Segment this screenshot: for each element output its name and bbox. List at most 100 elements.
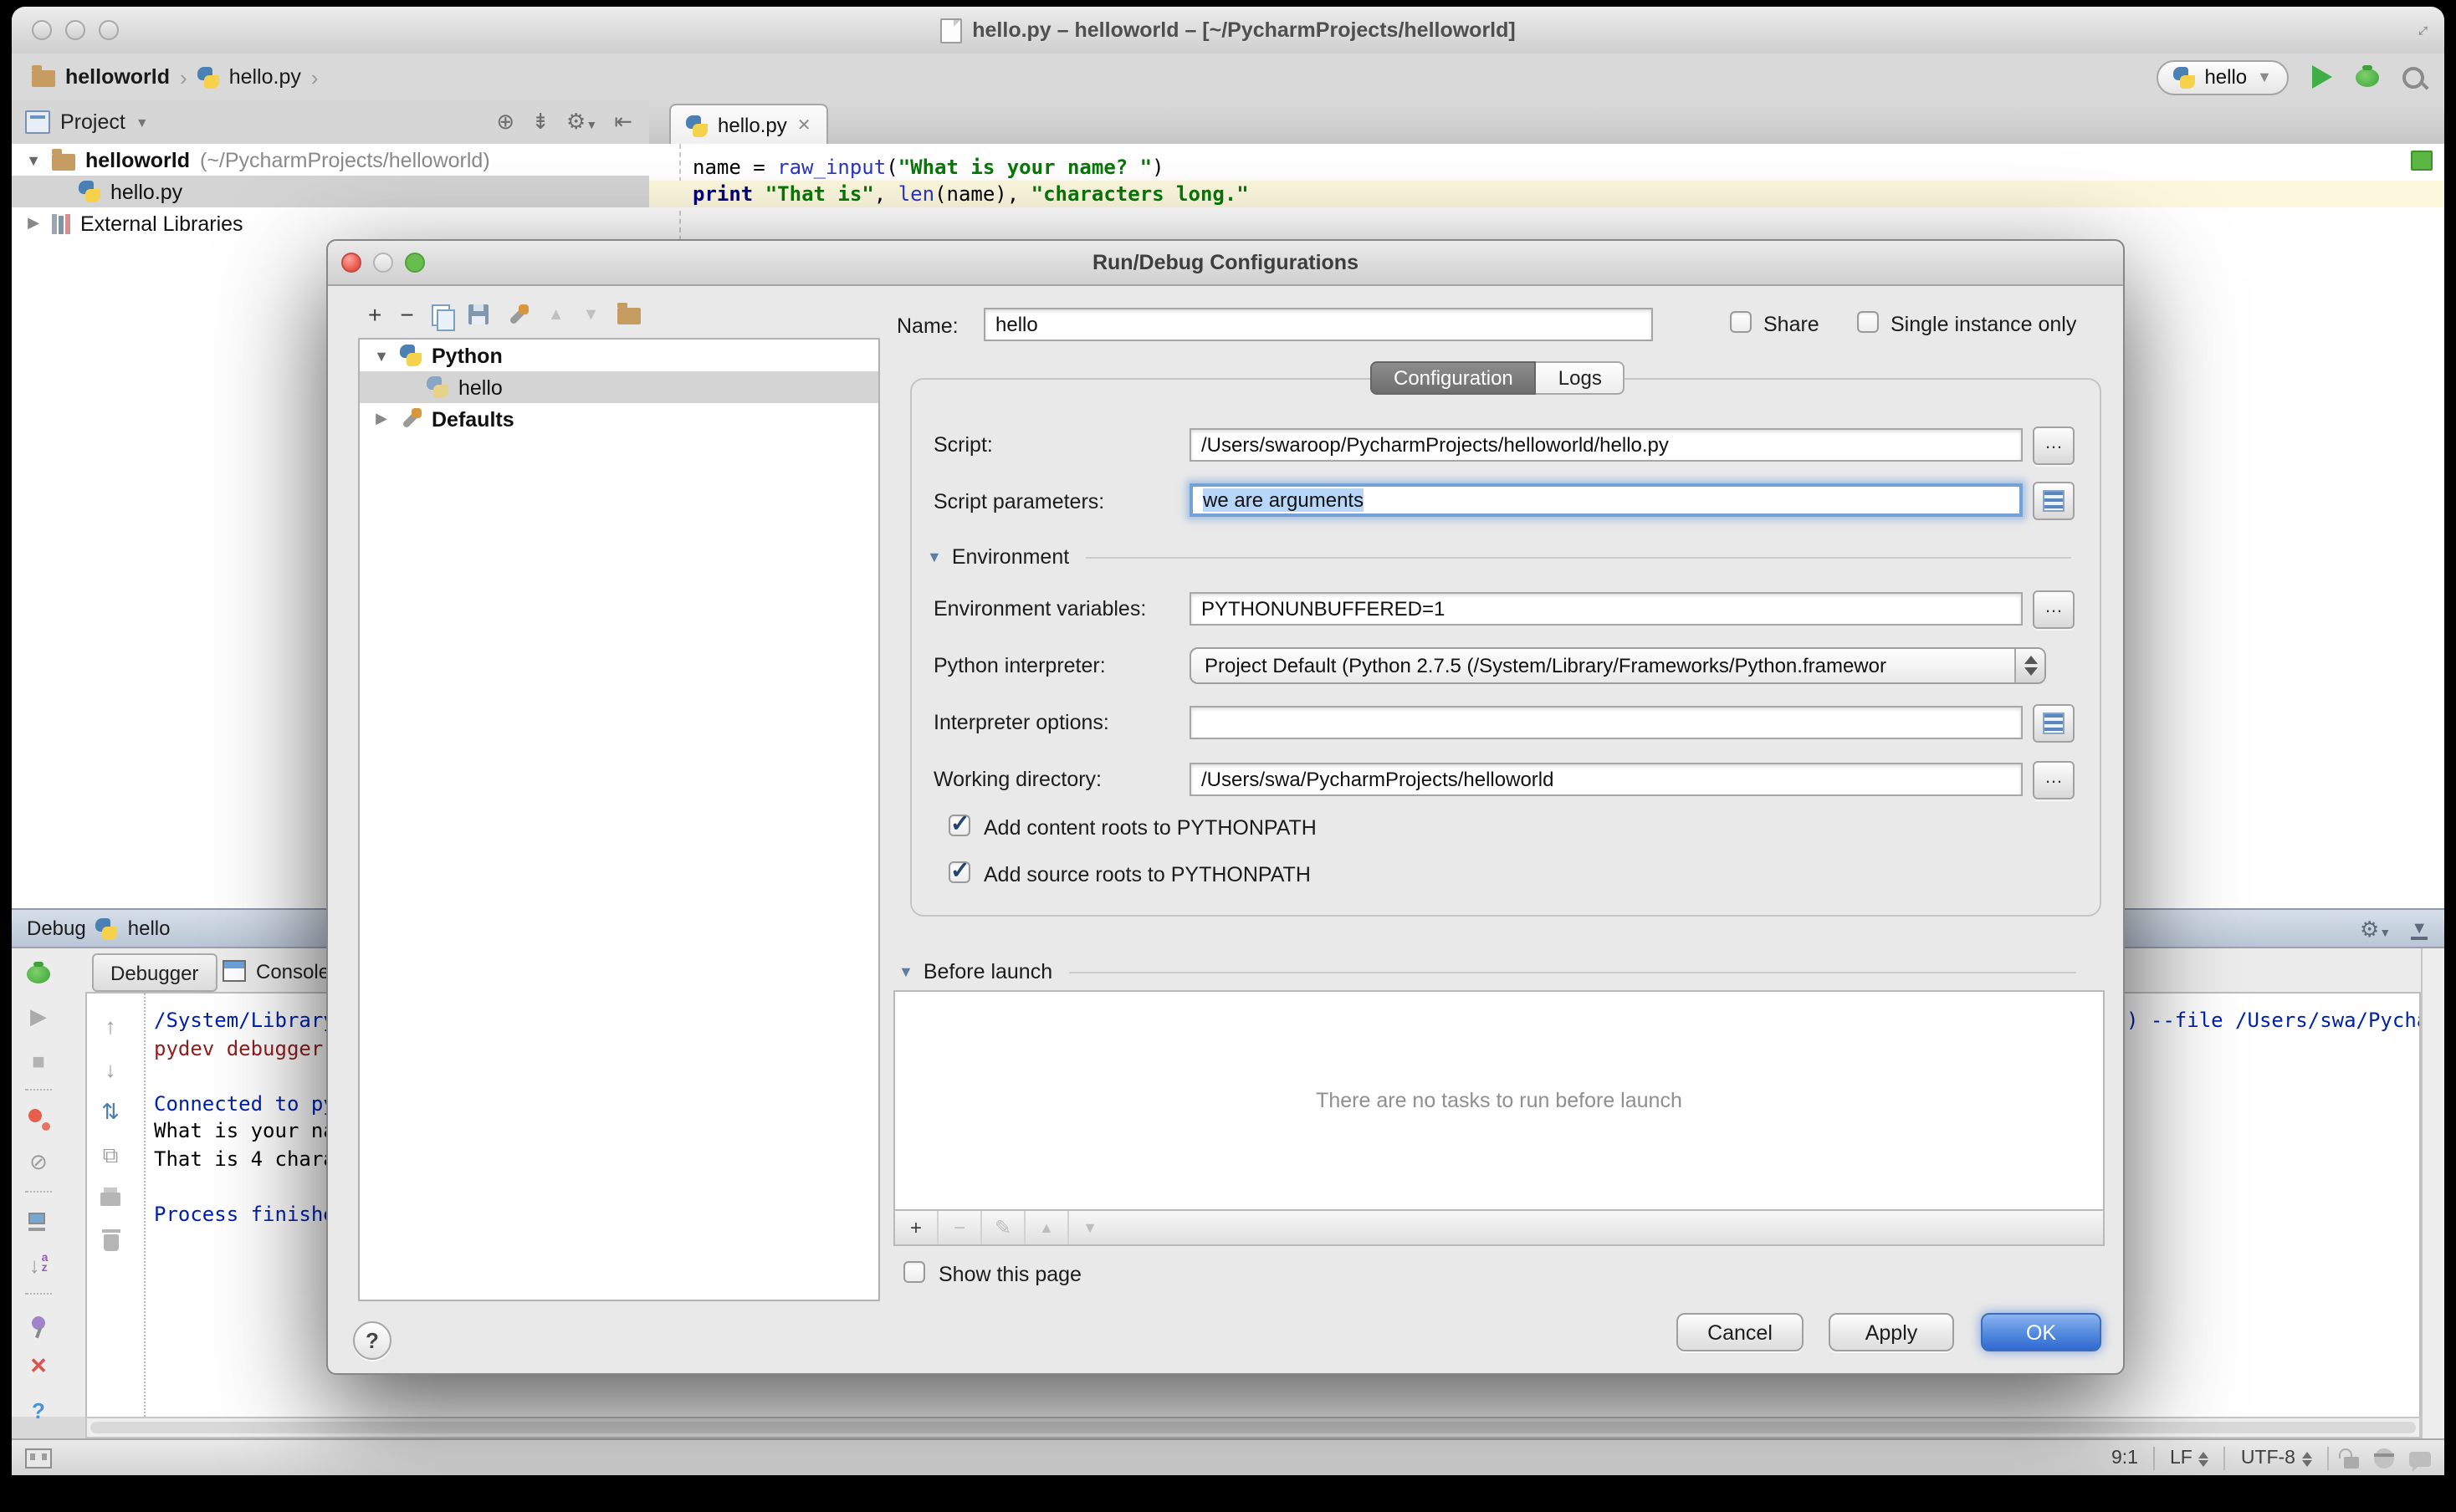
python-interpreter-select[interactable]: Project Default (Python 2.7.5 (/System/L…	[1190, 647, 2046, 684]
apply-button[interactable]: Apply	[1829, 1313, 1954, 1351]
tree-item-hello-py[interactable]: hello.py	[12, 176, 649, 207]
chevron-down-icon[interactable]: ▼	[136, 115, 149, 130]
move-down-icon[interactable]: ▼	[583, 305, 600, 324]
remove-task-button[interactable]: −	[939, 1211, 982, 1244]
locate-icon[interactable]: ⊕	[496, 109, 514, 135]
sort-alphabetically-icon[interactable]: ↓az	[20, 1243, 57, 1286]
script-browse-button[interactable]	[2033, 427, 2075, 465]
view-breakpoints-icon[interactable]	[20, 1097, 57, 1141]
defaults-icon	[400, 408, 422, 430]
script-parameters-field[interactable]: we are arguments	[1190, 483, 2023, 517]
tree-group-python[interactable]: ▼ Python	[360, 340, 878, 371]
save-configuration-icon[interactable]	[469, 304, 489, 324]
share-checkbox[interactable]	[1730, 311, 1752, 333]
edit-task-button[interactable]: ✎	[982, 1211, 1026, 1244]
new-folder-icon[interactable]	[617, 308, 641, 324]
add-source-roots-checkbox[interactable]	[949, 861, 970, 883]
gear-icon[interactable]: ⚙▼	[566, 109, 597, 135]
soft-wrap-icon[interactable]: ⧉	[92, 1134, 129, 1177]
lock-icon[interactable]	[2344, 1456, 2359, 1468]
console-vertical-scrollbar[interactable]	[2421, 948, 2444, 1438]
show-this-page-checkbox[interactable]	[903, 1261, 925, 1283]
resume-icon[interactable]: ▶	[20, 995, 57, 1039]
tab-debugger[interactable]: Debugger	[92, 953, 217, 992]
tree-group-defaults[interactable]: ▶ Defaults	[360, 403, 878, 435]
mute-breakpoints-icon[interactable]: ⊘	[20, 1141, 57, 1184]
help-button[interactable]: ?	[353, 1321, 391, 1360]
script-parameters-expand-button[interactable]	[2033, 482, 2075, 520]
before-launch-task-list[interactable]: There are no tasks to run before launch	[893, 990, 2105, 1211]
ok-button[interactable]: OK	[1981, 1313, 2101, 1351]
environment-variables-field[interactable]: PYTHONUNBUFFERED=1	[1190, 592, 2023, 626]
hide-panel-icon[interactable]: ⇤	[614, 109, 632, 135]
triangle-down-icon: ▼	[898, 963, 913, 980]
tree-item-project-root[interactable]: ▼ helloworld (~/PycharmProjects/hellowor…	[12, 144, 649, 176]
divider	[1086, 556, 2071, 558]
collapse-all-icon[interactable]: ⇟	[531, 109, 550, 135]
copy-configuration-icon[interactable]	[432, 304, 451, 325]
move-task-up-button[interactable]: ▲	[1026, 1211, 1069, 1244]
tree-item-external-libraries[interactable]: ▶ External Libraries	[12, 207, 649, 239]
remove-configuration-button[interactable]: −	[400, 301, 413, 328]
print-icon[interactable]	[92, 1177, 129, 1221]
console-horizontal-scrollbar[interactable]	[85, 1417, 2421, 1438]
tab-configuration[interactable]: Configuration	[1370, 361, 1537, 395]
gear-icon[interactable]: ⚙▼	[2360, 917, 2391, 943]
run-configuration-selector[interactable]: hello ▼	[2156, 59, 2289, 94]
separator	[2224, 1447, 2226, 1470]
close-panel-icon[interactable]: ✕	[20, 1345, 57, 1388]
inspection-status-icon[interactable]	[2411, 151, 2433, 171]
rerun-debug-icon[interactable]	[20, 952, 57, 995]
triangle-right-icon[interactable]: ▶	[25, 214, 42, 232]
stop-icon[interactable]: ■	[20, 1039, 57, 1082]
debug-button[interactable]	[2356, 68, 2379, 86]
cancel-button[interactable]: Cancel	[1676, 1313, 1804, 1351]
project-panel-title[interactable]: Project	[60, 110, 125, 134]
search-icon[interactable]	[2402, 66, 2424, 88]
before-launch-section-header[interactable]: ▼ Before launch	[898, 960, 2076, 983]
minimize-panel-icon[interactable]: ▼	[2411, 921, 2428, 939]
breadcrumb-file[interactable]: hello.py	[229, 65, 301, 89]
script-parameters-value: we are arguments	[1203, 488, 1364, 512]
restore-layout-icon[interactable]	[20, 1199, 57, 1243]
working-directory-field[interactable]: /Users/swa/PycharmProjects/helloworld	[1190, 763, 2023, 796]
run-button[interactable]	[2312, 65, 2332, 89]
up-stack-icon[interactable]: ↑	[92, 1004, 129, 1047]
interpreter-options-field[interactable]	[1190, 706, 2023, 739]
caret-position[interactable]: 9:1	[2111, 1448, 2138, 1469]
clear-console-icon[interactable]	[92, 1221, 129, 1264]
breadcrumb-project[interactable]: helloworld	[65, 65, 170, 89]
window-titlebar[interactable]: hello.py – helloworld – [~/PycharmProjec…	[12, 7, 2444, 55]
triangle-right-icon[interactable]: ▶	[373, 410, 390, 428]
event-log-icon[interactable]	[2409, 1451, 2431, 1466]
tab-logs[interactable]: Logs	[1537, 361, 1625, 395]
move-up-icon[interactable]: ▲	[548, 305, 565, 324]
close-tab-icon[interactable]: ✕	[797, 116, 811, 135]
interpreter-options-expand-button[interactable]	[2033, 704, 2075, 743]
environment-variables-browse-button[interactable]	[2033, 590, 2075, 629]
help-icon[interactable]: ?	[20, 1388, 57, 1432]
dialog-titlebar[interactable]: Run/Debug Configurations	[328, 241, 2123, 286]
script-field[interactable]: /Users/swaroop/PycharmProjects/helloworl…	[1190, 428, 2023, 462]
single-instance-checkbox[interactable]	[1857, 311, 1879, 333]
down-stack-icon[interactable]: ↓	[92, 1047, 129, 1091]
tree-item-hello-config[interactable]: hello	[360, 371, 878, 403]
triangle-down-icon[interactable]: ▼	[25, 151, 42, 168]
editor-tab-hello-py[interactable]: hello.py ✕	[669, 104, 828, 146]
line-separator-selector[interactable]: LF	[2170, 1448, 2209, 1469]
add-configuration-button[interactable]: +	[368, 301, 381, 328]
pin-tab-icon[interactable]	[20, 1301, 57, 1345]
desktop: hello.py – helloworld – [~/PycharmProjec…	[0, 0, 2456, 1512]
working-directory-browse-button[interactable]	[2033, 761, 2075, 799]
encoding-selector[interactable]: UTF-8	[2241, 1448, 2312, 1469]
name-field[interactable]: hello	[984, 308, 1653, 341]
hector-inspection-icon[interactable]	[2374, 1448, 2394, 1469]
triangle-down-icon[interactable]: ▼	[373, 347, 390, 364]
add-task-button[interactable]: +	[895, 1211, 939, 1244]
toolwindow-toggle-icon[interactable]	[25, 1448, 52, 1469]
console-settings-icon[interactable]: ⇅	[92, 1091, 129, 1134]
move-task-down-button[interactable]: ▼	[1069, 1211, 1111, 1244]
environment-section-header[interactable]: ▼ Environment	[927, 545, 2071, 569]
edit-defaults-icon[interactable]	[508, 304, 530, 325]
add-content-roots-checkbox[interactable]	[949, 815, 970, 836]
